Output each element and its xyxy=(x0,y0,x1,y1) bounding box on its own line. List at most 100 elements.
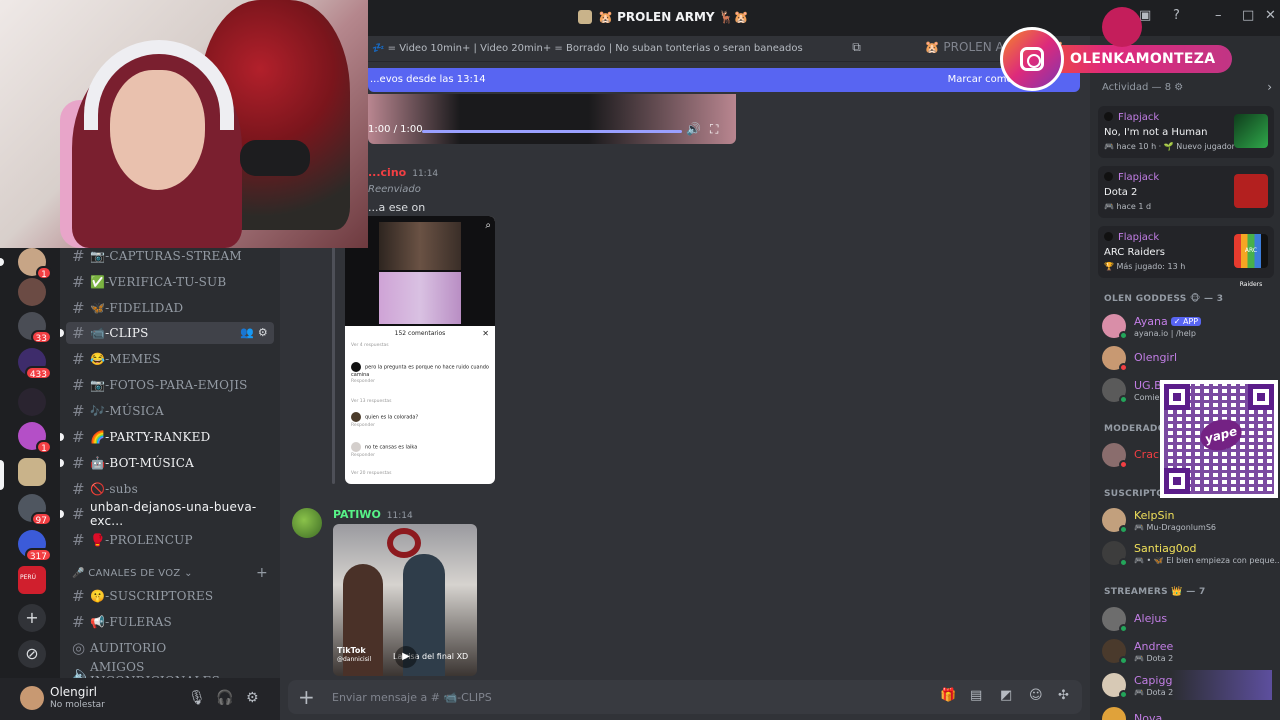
activity-meta: 🎮 hace 1 d xyxy=(1104,202,1152,211)
channel-musica[interactable]: # 🎶-MÚSICA xyxy=(66,400,274,422)
hash-icon: # xyxy=(72,531,85,549)
channel-party-ranked[interactable]: # 🌈-PARTY-RANKED xyxy=(60,426,274,448)
avatar xyxy=(1102,443,1128,469)
status-online-icon xyxy=(1119,558,1128,567)
hash-icon: # xyxy=(72,587,85,605)
server-icon-1[interactable]: 1 xyxy=(18,248,52,280)
server-icon-3[interactable]: 33 xyxy=(18,312,52,344)
voice-category-header[interactable]: 🎤 CANALES DE VOZ ⌄ + xyxy=(72,565,268,581)
channel-label: 📷-FOTOS-PARA-EMOJIS xyxy=(90,378,248,392)
minimize-icon[interactable]: – xyxy=(1215,8,1222,23)
voice-channel-amigos[interactable]: 🔈AMIGOS INCONDICIONALES xyxy=(66,660,274,678)
unread-indicator xyxy=(60,459,64,467)
headphones-icon[interactable]: 🎧 xyxy=(216,690,233,706)
message-input[interactable] xyxy=(332,688,892,706)
member-group-header: OLEN GODDESS 🐵 — 3 xyxy=(1104,294,1224,304)
status-online-icon xyxy=(1119,395,1128,404)
add-channel-icon[interactable]: + xyxy=(256,565,268,581)
server-icon-6[interactable]: 1 xyxy=(18,422,52,454)
maximize-icon[interactable]: □ xyxy=(1242,8,1254,23)
qr-finder xyxy=(1164,468,1190,494)
speaker-icon: 🔈 xyxy=(72,665,91,678)
member-item[interactable]: Nova xyxy=(1102,704,1272,720)
member-item[interactable]: KelpSin 🎮 Mu-DragonlumS6 xyxy=(1102,505,1272,535)
member-item[interactable]: Andree 🎮 Dota 2 xyxy=(1102,636,1272,666)
server-icon-prolen-army[interactable] xyxy=(18,458,46,486)
comment-item: quien es la colorada? Responder xyxy=(351,412,489,428)
gear-icon[interactable]: ⚙ xyxy=(246,690,259,706)
video-progress-bar[interactable] xyxy=(422,130,682,133)
activity-meta: 🏆 Más jugado: 13 h xyxy=(1104,262,1186,271)
channel-fidelidad[interactable]: # 🦋-FIDELIDAD xyxy=(66,297,274,319)
channel-bot-musica[interactable]: # 🤖-BOT-MÚSICA xyxy=(60,452,274,474)
gif-icon[interactable]: ▤ xyxy=(970,688,982,703)
activity-card[interactable]: Flapjack Dota 2 🎮 hace 1 d xyxy=(1098,166,1274,218)
add-server-icon[interactable]: + xyxy=(18,604,46,632)
chevron-right-icon[interactable]: › xyxy=(1267,80,1272,94)
channel-label: AMIGOS INCONDICIONALES xyxy=(90,660,220,678)
stage-icon: ◎ xyxy=(72,639,86,657)
server-indicator xyxy=(0,258,4,266)
member-item[interactable]: Ayana ✓ APP ayana.io | /help xyxy=(1102,311,1272,341)
play-icon[interactable]: ▶ xyxy=(395,646,417,668)
help-icon[interactable]: ? xyxy=(1173,8,1180,23)
server-icon-10[interactable]: PERÚ xyxy=(18,566,46,594)
voice-channel-fuleras[interactable]: # 📢-FULERAS xyxy=(66,611,274,633)
channel-subs[interactable]: # 🚫-subs xyxy=(66,478,274,500)
channel-topic: 💤 = Video 10min+ | Video 20min+ = Borrad… xyxy=(372,43,803,54)
voice-channel-suscriptores[interactable]: # 🤫-SUSCRIPTORES xyxy=(66,585,274,607)
microphone-icon[interactable]: 🎙 xyxy=(188,690,206,706)
server-icon-8[interactable]: 97 xyxy=(18,494,52,526)
message-author[interactable]: PATIWO xyxy=(333,508,381,521)
zoom-icon[interactable]: ⌕ xyxy=(485,220,491,231)
close-icon[interactable]: ✕ xyxy=(1265,8,1276,23)
fullscreen-icon[interactable]: ⛶ xyxy=(710,122,718,137)
avatar[interactable] xyxy=(20,686,44,710)
attach-plus-icon[interactable]: + xyxy=(298,685,315,709)
volume-icon[interactable]: 🔊 xyxy=(686,122,701,136)
message-author[interactable]: ...cino xyxy=(368,166,406,179)
voice-category-label: CANALES DE VOZ xyxy=(88,568,181,579)
tiktok-user: @dannicisil xyxy=(337,656,372,663)
unread-indicator xyxy=(60,433,64,441)
apps-icon[interactable]: ✣ xyxy=(1058,688,1069,703)
sticker-icon[interactable]: ◩ xyxy=(1000,688,1012,703)
channel-clips[interactable]: # 📹-CLIPS 👥 ⚙ xyxy=(60,322,274,344)
gift-icon[interactable]: 🎁 xyxy=(940,688,956,703)
member-group-header: STREAMERS 👑 — 7 xyxy=(1104,587,1206,597)
server-icon-4[interactable]: 433 xyxy=(18,348,52,380)
threads-icon[interactable]: ⧉ xyxy=(852,40,861,54)
channel-label: 🚫-subs xyxy=(90,482,138,496)
channel-verifica-tu-sub[interactable]: # ✅-VERIFICA-TU-SUB xyxy=(66,271,274,293)
qr-finder xyxy=(1248,384,1274,410)
member-item[interactable]: Santiag0od 🎮 • 🦋 El bien empieza con peq… xyxy=(1102,538,1280,568)
channel-unban[interactable]: # unban-dejanos-una-bueva-exc... xyxy=(60,500,274,528)
channel-settings-icons[interactable]: 👥 ⚙ xyxy=(240,326,268,339)
image-attachment[interactable]: ⌕ 152 comentarios ✕ Ver 4 respuestas per… xyxy=(345,216,495,484)
discover-icon[interactable]: ⊘ xyxy=(18,640,46,668)
channel-fotos-para-emojis[interactable]: # 📷-FOTOS-PARA-EMOJIS xyxy=(66,374,274,396)
activity-card[interactable]: Flapjack ARC Raiders 🏆 Más jugado: 13 h … xyxy=(1098,226,1274,288)
member-item[interactable]: Olengirl xyxy=(1102,343,1272,373)
avatar[interactable] xyxy=(292,508,322,538)
server-icon-5[interactable] xyxy=(18,388,46,416)
new-messages-banner[interactable]: ...evos desde las 13:14 Marcar como leíd… xyxy=(368,68,1080,92)
activity-card[interactable]: Flapjack No, I'm not a Human 🎮 hace 10 h… xyxy=(1098,106,1274,158)
channel-memes[interactable]: # 😂-MEMES xyxy=(66,348,274,370)
member-name: Capigg xyxy=(1134,674,1173,687)
instagram-overlay: OLENKAMONTEZA xyxy=(1000,7,1232,91)
video-attachment[interactable]: TikTok @dannicisil La risa del final XD … xyxy=(333,524,477,676)
member-item[interactable]: Capigg 🎮 Dota 2 xyxy=(1102,670,1272,700)
server-icon-2[interactable] xyxy=(18,278,46,306)
yape-qr-code: yape xyxy=(1160,380,1278,498)
emoji-icon[interactable]: ☺ xyxy=(1029,688,1043,703)
channel-capturas-stream[interactable]: # 📷-CAPTURAS-STREAM xyxy=(66,248,274,267)
voice-channel-auditorio[interactable]: ◎ AUDITORIO xyxy=(66,637,274,659)
member-name: Olengirl xyxy=(1134,351,1178,364)
video-player[interactable]: 1:00 / 1:00 🔊 ⛶ xyxy=(368,94,736,144)
server-badge: 1 xyxy=(36,266,52,280)
channel-prolencup[interactable]: # 🥊-PROLENCUP xyxy=(66,529,274,551)
member-item[interactable]: Alejus xyxy=(1102,604,1272,634)
channel-label: 🌈-PARTY-RANKED xyxy=(90,430,211,444)
server-icon-9[interactable]: 317 xyxy=(18,530,52,562)
